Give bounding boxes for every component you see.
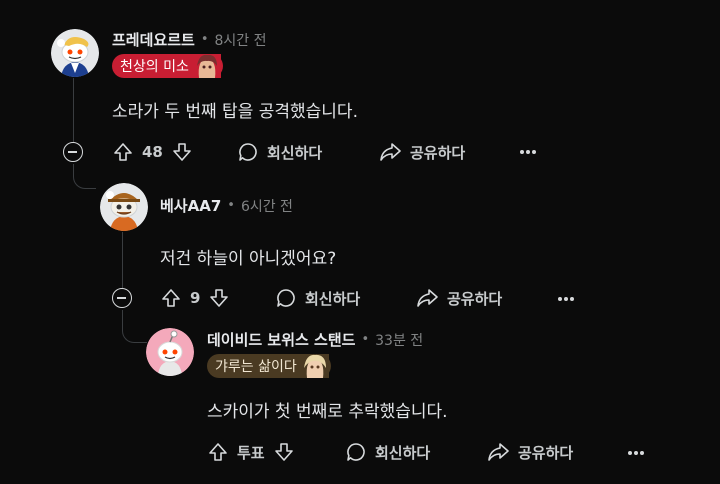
share-icon [378, 141, 402, 163]
author-name[interactable]: 프레데요르트 [112, 29, 195, 50]
share-icon [486, 441, 510, 463]
flair-text: 갸루는 삶이다 [215, 359, 297, 375]
share-label: 공유하다 [518, 443, 574, 462]
flair-emoji-icon [192, 54, 221, 78]
thread-branch-2 [122, 310, 147, 343]
author-name[interactable]: 베사AA7 [160, 195, 221, 216]
vote-count: 48 [142, 143, 163, 161]
upvote-icon[interactable] [160, 287, 182, 309]
separator: • [361, 332, 370, 347]
upvote-icon[interactable] [207, 441, 229, 463]
flair-text: 천상의 미소 [120, 59, 189, 75]
reply-icon [237, 141, 259, 163]
reply-button[interactable]: 회신하다 [345, 441, 430, 463]
timestamp: 6시간 전 [240, 198, 293, 215]
avatar[interactable] [146, 328, 194, 376]
more-options-icon[interactable] [627, 450, 645, 456]
separator: • [200, 32, 209, 47]
collapse-thread-button[interactable] [63, 142, 83, 162]
reply-button[interactable]: 회신하다 [275, 287, 360, 309]
user-flair: 갸루는 삶이다 [207, 354, 331, 378]
reply-button[interactable]: 회신하다 [237, 141, 322, 163]
share-button[interactable]: 공유하다 [415, 287, 502, 309]
vote-count: 9 [190, 289, 201, 307]
comment-body: 소라가 두 번째 탑을 공격했습니다. [112, 102, 358, 122]
share-label: 공유하다 [410, 143, 466, 162]
avatar[interactable] [51, 29, 99, 77]
share-icon [415, 287, 439, 309]
thread-line-1 [73, 78, 74, 142]
timestamp: 8시간 전 [214, 32, 267, 49]
author-name[interactable]: 데이비드 보위스 스탠드 [207, 329, 355, 350]
more-options-icon[interactable] [519, 149, 537, 155]
reply-icon [275, 287, 297, 309]
upvote-icon[interactable] [112, 141, 134, 163]
reply-icon [345, 441, 367, 463]
collapse-thread-button[interactable] [112, 288, 132, 308]
vote-count: 투표 [237, 443, 265, 462]
reply-label: 회신하다 [305, 289, 361, 308]
flair-emoji-icon [300, 354, 329, 378]
avatar[interactable] [100, 183, 148, 231]
separator: • [227, 198, 235, 213]
thread-line-2 [122, 232, 123, 288]
reply-label: 회신하다 [375, 443, 431, 462]
thread-branch-1 [73, 164, 96, 189]
timestamp: 33분 전 [375, 332, 424, 349]
share-label: 공유하다 [447, 289, 503, 308]
downvote-icon[interactable] [273, 441, 295, 463]
share-button[interactable]: 공유하다 [378, 141, 465, 163]
share-button[interactable]: 공유하다 [486, 441, 573, 463]
downvote-icon[interactable] [208, 287, 230, 309]
user-flair: 천상의 미소 [112, 54, 223, 78]
more-options-icon[interactable] [557, 296, 575, 302]
comment-body: 저건 하늘이 아니겠어요? [160, 249, 337, 269]
downvote-icon[interactable] [171, 141, 193, 163]
comment-body: 스카이가 첫 번째로 추락했습니다. [207, 402, 448, 422]
reply-label: 회신하다 [267, 143, 323, 162]
